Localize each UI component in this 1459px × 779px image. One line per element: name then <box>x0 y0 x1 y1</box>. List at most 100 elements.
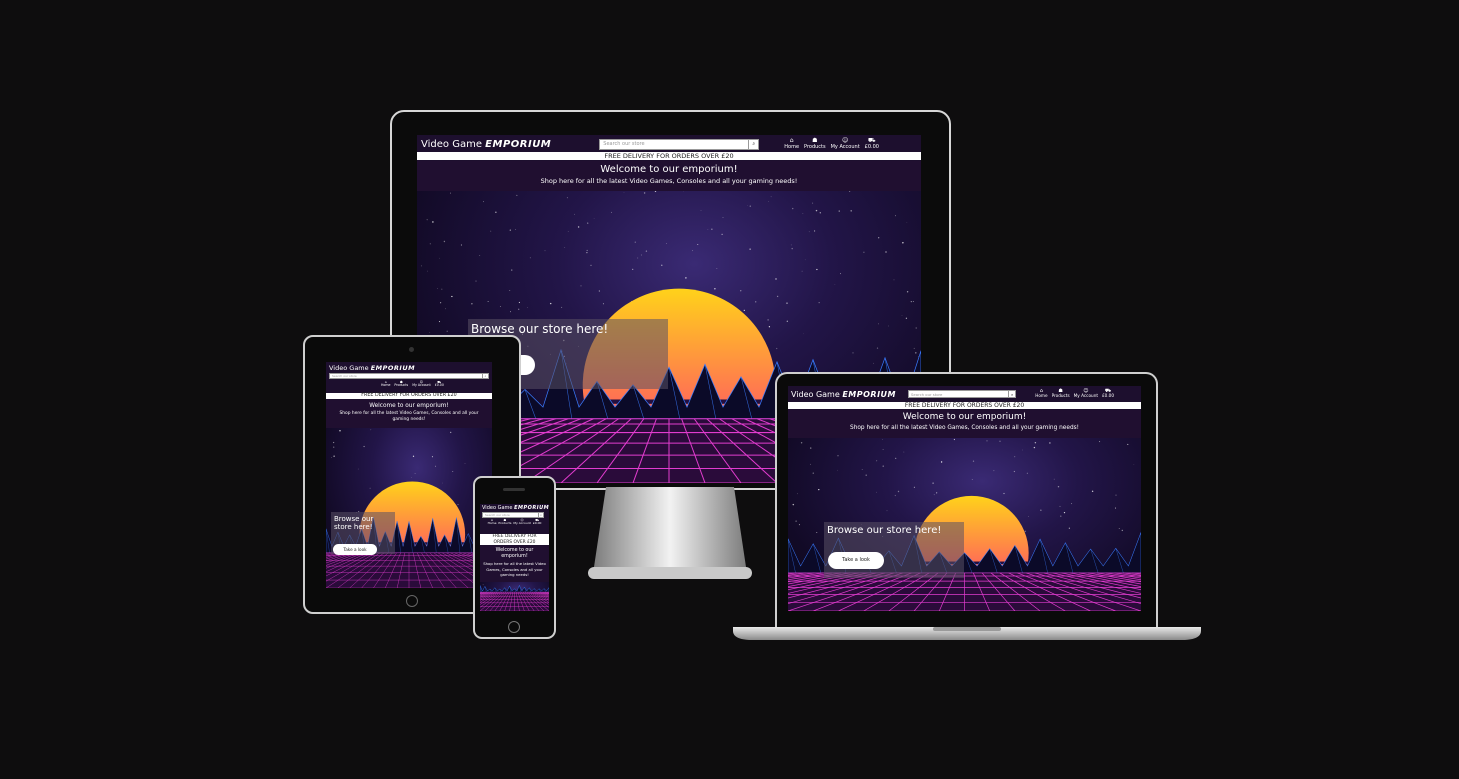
search-icon[interactable]: ⌕ <box>748 139 758 149</box>
star <box>1026 472 1028 474</box>
star <box>740 290 742 292</box>
star <box>1115 494 1117 496</box>
star <box>442 482 443 484</box>
star <box>812 472 814 474</box>
nav-home[interactable]: ⌂ Home <box>381 380 390 388</box>
star <box>897 490 900 493</box>
star <box>332 441 335 444</box>
star <box>567 231 569 233</box>
search-input[interactable]: Search our store ⌕ <box>908 390 1017 398</box>
nav-account[interactable]: ☺ My Account <box>412 380 431 388</box>
star <box>574 213 575 215</box>
star <box>786 302 788 304</box>
star <box>910 301 912 303</box>
star <box>707 228 709 230</box>
site-logo[interactable]: Video Game EMPORIUM <box>791 390 896 399</box>
welcome-subtitle: Shop here for all the latest Video Games… <box>850 425 1079 431</box>
star <box>901 314 903 316</box>
star <box>440 302 442 304</box>
welcome-panel: Welcome to our emporium! Shop here for a… <box>480 546 549 582</box>
phone-site: Video Game EMPORIUM Search our store ⌕ ⌂ H… <box>480 504 549 611</box>
nav-cart[interactable]: ⛟ £0.00 <box>865 137 879 150</box>
star <box>1028 516 1029 517</box>
star <box>610 211 612 213</box>
nav-account[interactable]: ☺ My Account <box>1074 388 1098 399</box>
star <box>333 446 335 448</box>
search-placeholder: Search our store <box>485 513 510 517</box>
laptop-site: Video Game EMPORIUM Search our store ⌕ ⌂ H… <box>788 386 1141 611</box>
star <box>755 301 757 303</box>
nav-menu: ⌂ Home ☗ Products ☺ My Account ⛟ £0.00 <box>784 137 879 150</box>
nav-cart[interactable]: ⛟ £0.00 <box>1102 388 1114 399</box>
star <box>1071 503 1073 505</box>
browse-heading: Browse our store here! <box>471 322 609 336</box>
nav-cart[interactable]: ⛟ £0.00 <box>435 380 444 388</box>
hero-image <box>480 582 549 611</box>
search-icon[interactable]: ⌕ <box>538 513 543 517</box>
nav-products[interactable]: ☗ Products <box>498 518 511 525</box>
nav-products-label: Products <box>804 143 826 150</box>
star <box>711 228 713 230</box>
take-a-look-button[interactable]: Take a look <box>333 544 377 555</box>
star <box>1024 530 1027 533</box>
hero-image: Browse our store here! Take a look <box>326 428 492 588</box>
star <box>882 439 883 440</box>
star <box>429 332 431 333</box>
search-placeholder: Search our store <box>332 374 357 378</box>
laptop-base <box>733 625 1201 641</box>
welcome-subtitle: Shop here for all the latest Video Games… <box>483 561 546 577</box>
star <box>685 277 687 279</box>
star <box>700 210 702 211</box>
star <box>483 201 484 203</box>
welcome-panel: Welcome to our emporium! Shop here for a… <box>417 161 921 191</box>
nav-home[interactable]: ⌂ Home <box>784 137 799 150</box>
star <box>645 250 648 252</box>
star <box>640 254 642 256</box>
nav-account[interactable]: ☺ My Account <box>831 137 860 150</box>
star <box>438 321 441 323</box>
nav-home[interactable]: ⌂ Home <box>1035 388 1047 399</box>
star <box>837 455 839 457</box>
nav-products[interactable]: ☗ Products <box>804 137 826 150</box>
nav-account[interactable]: ☺ My Account <box>513 518 530 525</box>
star <box>1033 446 1036 449</box>
star <box>776 295 779 298</box>
delivery-banner: FREE DELIVERY FOR ORDERS OVER £20 <box>417 151 921 161</box>
star <box>435 465 437 467</box>
nav-home[interactable]: ⌂ Home <box>488 518 497 525</box>
browse-heading: Browse our store here! <box>334 515 374 531</box>
star <box>878 323 879 325</box>
site-logo[interactable]: Video Game EMPORIUM <box>421 139 551 150</box>
take-a-look-button[interactable]: Take a look <box>828 552 884 569</box>
star <box>792 207 794 210</box>
star <box>518 308 520 310</box>
search-input[interactable]: Search our store ⌕ <box>599 138 760 150</box>
nav-bar: Video Game EMPORIUM Search our store ⌕ ⌂ H… <box>326 362 492 392</box>
site-logo[interactable]: Video Game EMPORIUM <box>482 505 549 511</box>
star <box>446 330 448 332</box>
star <box>564 247 566 248</box>
star <box>953 438 955 441</box>
site-logo[interactable]: Video Game EMPORIUM <box>329 364 489 372</box>
star <box>1133 464 1135 465</box>
search-input[interactable]: Search our store ⌕ <box>329 373 489 379</box>
star <box>577 226 580 228</box>
star <box>940 461 943 463</box>
star <box>495 211 497 213</box>
star <box>475 280 477 282</box>
star <box>1068 527 1070 529</box>
star <box>441 288 443 290</box>
star <box>796 493 798 495</box>
nav-products[interactable]: ☗ Products <box>1051 388 1070 399</box>
nav-products-label: Products <box>1051 393 1070 399</box>
star <box>1121 529 1123 532</box>
star <box>566 197 568 199</box>
star <box>816 268 818 271</box>
logo-text: Video Game <box>482 505 513 511</box>
star <box>812 202 814 204</box>
search-icon[interactable]: ⌕ <box>482 374 488 378</box>
star <box>449 192 451 194</box>
nav-cart[interactable]: ⛟ £0.00 <box>533 518 542 525</box>
nav-products[interactable]: ☗ Products <box>394 380 408 388</box>
search-icon[interactable]: ⌕ <box>1008 391 1015 397</box>
